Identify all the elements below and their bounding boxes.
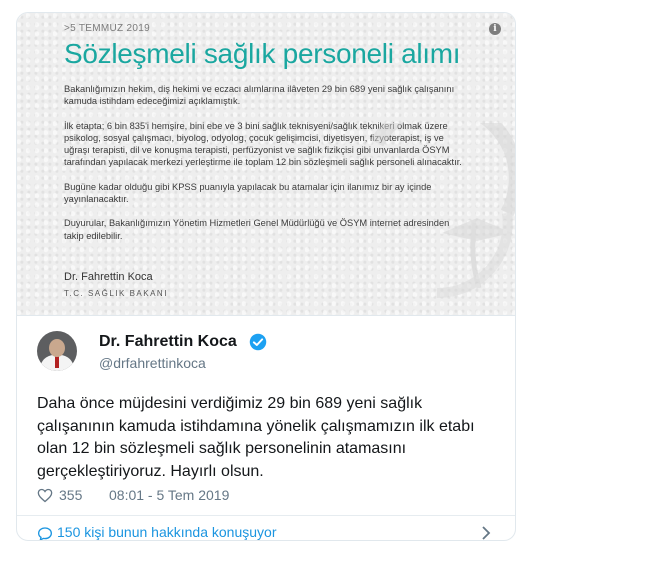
tweet-card: >5 TEMMUZ 2019 i Sözleşmeli sağlık perso… [16, 12, 516, 541]
tweet-timestamp[interactable]: 08:01 - 5 Tem 2019 [109, 487, 229, 503]
divider [17, 515, 515, 516]
avatar[interactable] [37, 331, 77, 371]
image-paragraph: Bakanlığımızın hekim, diş hekimi ve ecza… [64, 84, 455, 107]
discussion-label[interactable]: 150 kişi bunun hakkında konuşuyor [57, 524, 276, 540]
verified-badge-icon [249, 333, 267, 351]
chevron-right-icon[interactable] [481, 526, 491, 540]
tweet-image[interactable]: >5 TEMMUZ 2019 i Sözleşmeli sağlık perso… [17, 13, 515, 316]
heart-icon[interactable] [37, 488, 53, 503]
tweet-text: Daha önce müjdesini verdiğimiz 29 bin 68… [37, 395, 475, 480]
speech-bubble-icon [37, 527, 53, 540]
signature-title: T.C. SAĞLIK BAKANI [64, 289, 168, 298]
ministry-emblem-watermark-icon [370, 123, 515, 299]
author-handle[interactable]: @drfahrettinkoca [99, 355, 206, 371]
tweet-author: Dr. Fahrettin Koca @drfahrettinkoca [37, 331, 497, 381]
signature-name: Dr. Fahrettin Koca [64, 271, 153, 283]
image-headline: Sözleşmeli sağlık personeli alımı [64, 38, 461, 69]
image-date: >5 TEMMUZ 2019 [64, 23, 150, 34]
info-icon[interactable]: i [489, 23, 501, 35]
author-display-name[interactable]: Dr. Fahrettin Koca [99, 333, 237, 351]
like-count[interactable]: 355 [59, 487, 82, 503]
